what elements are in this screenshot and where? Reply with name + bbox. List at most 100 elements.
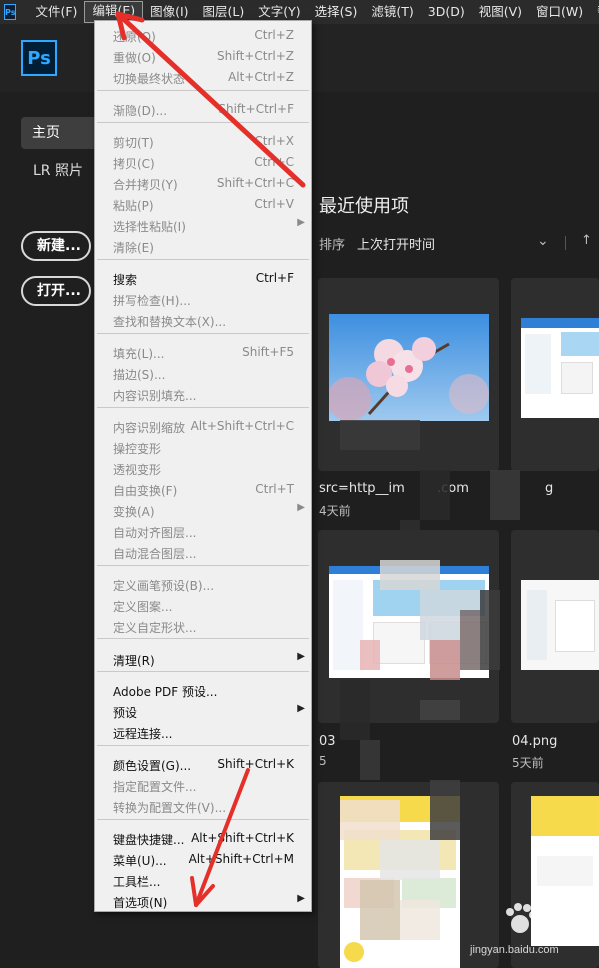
- edit-menu-item: 剪切(T) Ctrl+X: [95, 131, 311, 151]
- file-name[interactable]: 03: [319, 734, 336, 749]
- menu-item-shortcut: Alt+Shift+Ctrl+K: [191, 831, 294, 845]
- edit-menu-item[interactable]: 菜单(U)... Alt+Shift+Ctrl+M: [95, 849, 311, 869]
- edit-menu-item[interactable]: 预设 ▶: [95, 701, 311, 721]
- menu-layer[interactable]: 图层(L): [196, 2, 252, 22]
- menu-separator: [97, 745, 309, 746]
- edit-menu-item: 粘贴(P) Ctrl+V: [95, 194, 311, 214]
- file-name[interactable]: 04.png: [512, 734, 557, 749]
- submenu-arrow-icon: ▶: [297, 502, 305, 513]
- menu-window[interactable]: 窗口(W): [529, 2, 590, 22]
- menu-item-label: 清理(R): [113, 654, 155, 668]
- menu-separator: [97, 638, 309, 639]
- menu-item-label: 操控变形: [113, 442, 162, 456]
- menu-item-label: 指定配置文件...: [113, 780, 197, 794]
- menu-item-label: 变换(A): [113, 505, 155, 519]
- edit-menu-item: 定义画笔预设(B)...: [95, 574, 311, 594]
- menu-3d[interactable]: 3D(D): [421, 2, 472, 22]
- menu-image[interactable]: 图像(I): [143, 2, 195, 22]
- open-button[interactable]: 打开...: [21, 276, 91, 306]
- sort-direction-icon[interactable]: ↑: [581, 233, 592, 248]
- menu-item-shortcut: Shift+Ctrl+K: [217, 757, 294, 771]
- recent-file-card[interactable]: [318, 278, 499, 471]
- edit-menu-item: 选择性粘贴(I) ▶: [95, 215, 311, 235]
- menu-item-label: 选择性粘贴(I): [113, 220, 186, 234]
- menu-item-label: 渐隐(D)...: [113, 104, 168, 118]
- menu-separator: [97, 333, 309, 334]
- menu-item-label: 填充(L)...: [113, 347, 165, 361]
- edit-menu-item[interactable]: 清理(R) ▶: [95, 649, 311, 669]
- sort-label: 排序: [319, 238, 346, 253]
- menu-item-shortcut: Alt+Ctrl+Z: [228, 70, 294, 84]
- edit-menu-item: 拷贝(C) Ctrl+C: [95, 152, 311, 172]
- edit-menu-item[interactable]: 远程连接...: [95, 722, 311, 742]
- menu-help[interactable]: 帮: [590, 2, 599, 22]
- photoshop-app-icon[interactable]: Ps: [4, 4, 17, 20]
- edit-menu-item[interactable]: 工具栏...: [95, 870, 311, 890]
- menu-item-label: 自动混合图层...: [113, 547, 197, 561]
- menu-item-label: 预设: [113, 706, 138, 720]
- baidu-watermark: Bai jingyan.baidu.com: [470, 900, 599, 964]
- recent-file-card[interactable]: [318, 530, 499, 723]
- menu-item-label: 内容识别缩放: [113, 421, 186, 435]
- edit-menu-item: 内容识别填充...: [95, 384, 311, 404]
- menu-file[interactable]: 文件(F): [28, 2, 84, 22]
- menu-item-label: 拷贝(C): [113, 157, 155, 171]
- menu-item-label: 内容识别填充...: [113, 389, 197, 403]
- menu-select[interactable]: 选择(S): [308, 2, 365, 22]
- menu-item-label: Adobe PDF 预设...: [113, 685, 218, 699]
- edit-menu-item[interactable]: Adobe PDF 预设...: [95, 680, 311, 700]
- menu-item-label: 菜单(U)...: [113, 854, 167, 868]
- edit-menu-item: 还原(O) Ctrl+Z: [95, 25, 311, 45]
- file-name[interactable]: src=http__im: [319, 481, 405, 496]
- menu-item-label: 重做(O): [113, 51, 156, 65]
- edit-menu-item[interactable]: 搜索 Ctrl+F: [95, 268, 311, 288]
- menu-item-shortcut: Shift+Ctrl+Z: [217, 49, 294, 63]
- submenu-arrow-icon: ▶: [297, 651, 305, 662]
- watermark-site: jingyan.baidu.com: [470, 944, 559, 956]
- file-name[interactable]: g: [545, 481, 553, 496]
- menu-item-shortcut: Ctrl+V: [254, 197, 294, 211]
- edit-menu-item: 定义图案...: [95, 595, 311, 615]
- menu-view[interactable]: 视图(V): [472, 2, 529, 22]
- sort-select[interactable]: 上次打开时间: [357, 234, 435, 253]
- edit-menu-item: 切换最终状态 Alt+Ctrl+Z: [95, 67, 311, 87]
- recent-file-card[interactable]: [318, 782, 499, 968]
- edit-menu-item: 描边(S)...: [95, 363, 311, 383]
- menu-item-label: 工具栏...: [113, 875, 161, 889]
- submenu-arrow-icon: ▶: [297, 703, 305, 714]
- menu-separator: [97, 565, 309, 566]
- edit-menu-item[interactable]: 首选项(N) ▶: [95, 891, 311, 911]
- sidebar-item-lr-photos[interactable]: LR 照片: [33, 160, 83, 180]
- file-thumbnail: [521, 318, 599, 418]
- chevron-down-icon[interactable]: ⌄: [537, 233, 549, 249]
- recent-file-card[interactable]: [511, 530, 599, 723]
- menu-item-shortcut: Ctrl+Z: [254, 28, 294, 42]
- menu-item-label: 首选项(N): [113, 896, 168, 910]
- sidebar-item-home[interactable]: 主页: [21, 117, 101, 149]
- edit-menu-item: 自动对齐图层...: [95, 521, 311, 541]
- file-thumbnail: [329, 566, 489, 678]
- menu-item-label: 键盘快捷键...: [113, 833, 185, 847]
- menu-filter[interactable]: 滤镜(T): [364, 2, 420, 22]
- edit-menu-item: 查找和替换文本(X)...: [95, 310, 311, 330]
- menu-item-label: 远程连接...: [113, 727, 173, 741]
- menu-item-label: 搜索: [113, 273, 138, 287]
- menu-item-label: 定义自定形状...: [113, 621, 197, 635]
- ps-logo: Ps: [21, 40, 57, 76]
- new-button[interactable]: 新建...: [21, 231, 91, 261]
- edit-menu-item: 重做(O) Shift+Ctrl+Z: [95, 46, 311, 66]
- menu-item-label: 查找和替换文本(X)...: [113, 315, 227, 329]
- edit-menu-item[interactable]: 键盘快捷键... Alt+Shift+Ctrl+K: [95, 828, 311, 848]
- menu-item-label: 定义图案...: [113, 600, 173, 614]
- edit-menu-item[interactable]: 颜色设置(G)... Shift+Ctrl+K: [95, 754, 311, 774]
- menu-item-label: 自由变换(F): [113, 484, 178, 498]
- menu-type[interactable]: 文字(Y): [251, 2, 307, 22]
- sort-row: 排序 上次打开时间 ⌄ ↑: [319, 233, 599, 254]
- recent-file-card[interactable]: [511, 278, 599, 471]
- menu-separator: [97, 90, 309, 91]
- menu-item-label: 透视变形: [113, 463, 162, 477]
- submenu-arrow-icon: ▶: [297, 217, 305, 228]
- menu-item-label: 描边(S)...: [113, 368, 166, 382]
- edit-menu-item: 填充(L)... Shift+F5: [95, 342, 311, 362]
- edit-menu-item: 定义自定形状...: [95, 616, 311, 636]
